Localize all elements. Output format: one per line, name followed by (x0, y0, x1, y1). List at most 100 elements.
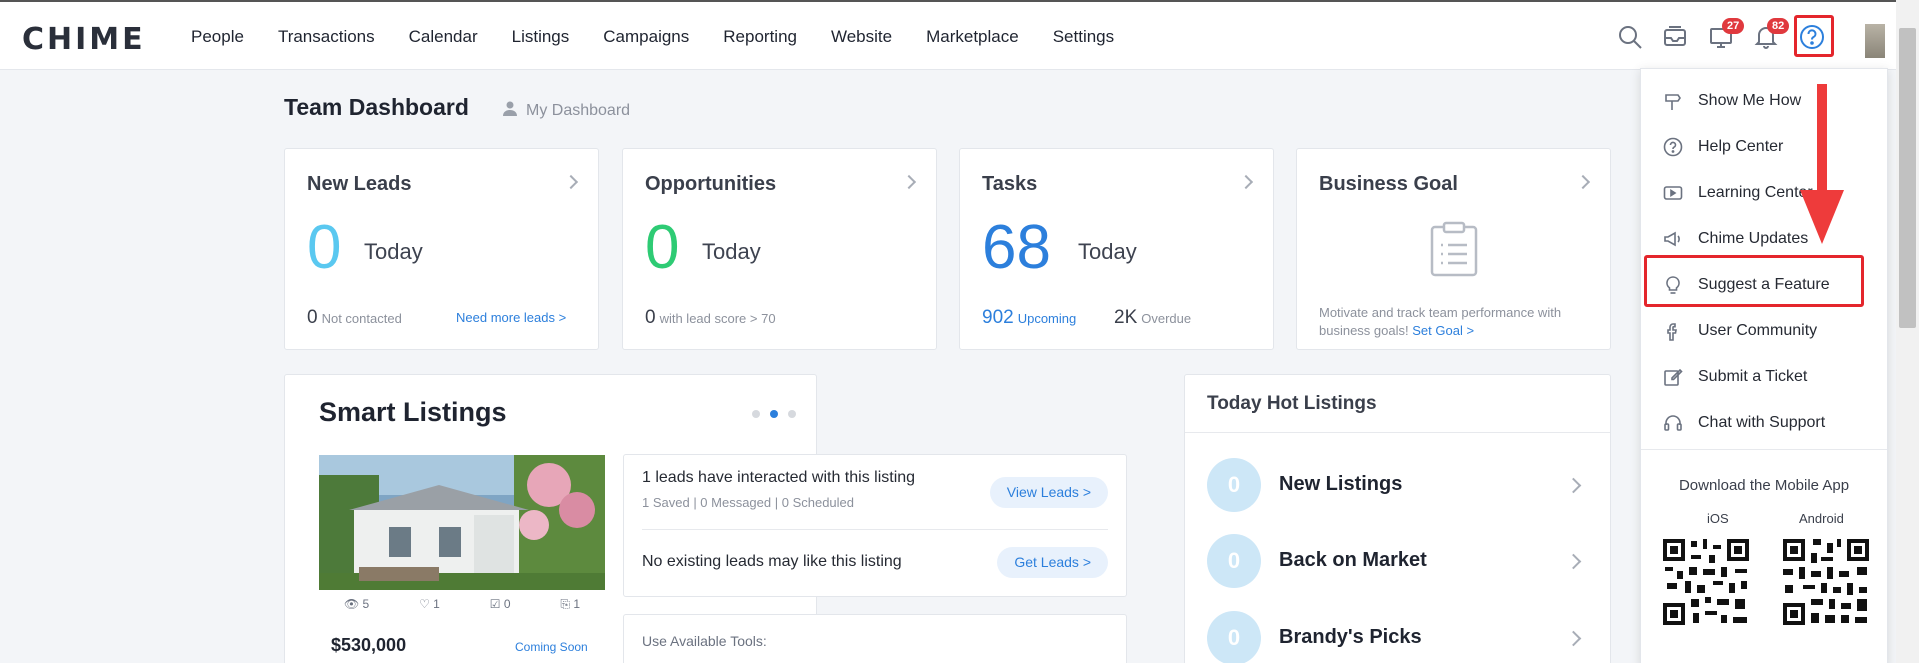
card-title: New Leads (307, 173, 412, 195)
android-qr-code[interactable] (1781, 537, 1871, 627)
tasks-count: 68 (982, 213, 1051, 282)
menu-show-me-how[interactable]: Show Me How (1641, 78, 1887, 124)
today-label: Today (364, 239, 423, 264)
set-goal-link[interactable]: Set Goal > (1412, 323, 1474, 338)
nav-transactions[interactable]: Transactions (278, 27, 375, 47)
lead-score: 0 with lead score > 70 (645, 307, 776, 329)
nav-campaigns[interactable]: Campaigns (603, 27, 689, 47)
lead-interaction-sub: 1 Saved | 0 Messaged | 0 Scheduled (642, 495, 855, 510)
carousel-dot[interactable] (788, 410, 796, 418)
edit-icon (1663, 367, 1683, 387)
divider (1641, 449, 1887, 450)
user-icon (502, 100, 518, 121)
video-play-icon (1663, 183, 1683, 203)
nav-reporting[interactable]: Reporting (723, 27, 797, 47)
page-scrollbar[interactable] (1896, 0, 1919, 663)
chevron-right-icon (1565, 477, 1582, 494)
opportunities-card[interactable]: Opportunities 0 Today 0 with lead score >… (622, 148, 937, 350)
hot-count: 0 (1207, 534, 1261, 588)
tasks-badge: 27 (1722, 18, 1745, 34)
help-dropdown-menu: Show Me How Help Center Learning Center … (1640, 68, 1888, 663)
saves-stat: ☑ 0 (489, 597, 511, 611)
hot-listings-title: Today Hot Listings (1207, 393, 1377, 414)
not-contacted: 0 Not contacted (307, 307, 402, 329)
listing-status: Coming Soon (515, 640, 588, 654)
upcoming-label: Upcoming (1017, 311, 1077, 326)
nav-listings[interactable]: Listings (512, 27, 570, 47)
main-nav: People Transactions Calendar Listings Ca… (191, 27, 1148, 47)
menu-user-community[interactable]: User Community (1641, 308, 1887, 354)
menu-chat-with-support[interactable]: Chat with Support (1641, 400, 1887, 446)
not-contacted-label: Not contacted (321, 311, 402, 326)
need-more-leads-link[interactable]: Need more leads > (456, 310, 566, 325)
headset-icon (1663, 413, 1683, 433)
signpost-icon (1663, 91, 1683, 111)
hot-row-brandys-picks[interactable]: 0 Brandy's Picks (1207, 611, 1587, 663)
chevron-right-icon (1565, 553, 1582, 570)
hot-label: New Listings (1279, 473, 1403, 495)
carousel-dot-active[interactable] (770, 410, 778, 418)
my-dashboard-link[interactable]: My Dashboard (502, 100, 630, 121)
nav-people[interactable]: People (191, 27, 244, 47)
menu-label: Learning Center (1698, 184, 1813, 201)
view-leads-button[interactable]: View Leads > (989, 477, 1108, 508)
overdue-count: 2K (1114, 307, 1138, 328)
nav-settings[interactable]: Settings (1053, 27, 1114, 47)
today-label: Today (702, 239, 761, 264)
clipboard-icon (1429, 221, 1479, 282)
listing-photo[interactable] (319, 455, 605, 590)
scrollbar-thumb[interactable] (1899, 28, 1916, 328)
hot-count: 0 (1207, 611, 1261, 663)
download-app-title: Download the Mobile App (1678, 477, 1850, 494)
card-title: Tasks (982, 173, 1038, 195)
tasks-card[interactable]: Tasks 68 Today 902 Upcoming 2K Overdue (959, 148, 1274, 350)
chevron-right-icon[interactable] (1238, 174, 1254, 190)
menu-submit-a-ticket[interactable]: Submit a Ticket (1641, 354, 1887, 400)
inbox-icon[interactable] (1662, 24, 1688, 50)
menu-label: Chime Updates (1698, 230, 1809, 247)
chevron-right-icon[interactable] (563, 174, 579, 190)
search-icon[interactable] (1617, 24, 1643, 50)
menu-label: Submit a Ticket (1698, 368, 1808, 385)
no-leads-text: No existing leads may like this listing (642, 553, 902, 570)
megaphone-icon (1663, 229, 1683, 249)
hot-count: 0 (1207, 458, 1261, 512)
question-circle-icon (1663, 137, 1683, 157)
ios-qr-code[interactable] (1661, 537, 1751, 627)
help-icon-highlight (1794, 15, 1834, 57)
card-title: Business Goal (1319, 173, 1458, 195)
new-leads-count: 0 (307, 213, 342, 282)
nav-marketplace[interactable]: Marketplace (926, 27, 1019, 47)
bell-icon[interactable]: 82 (1753, 18, 1790, 50)
chevron-right-icon[interactable] (901, 174, 917, 190)
hot-row-new-listings[interactable]: 0 New Listings (1207, 458, 1587, 512)
carousel-dot[interactable] (752, 410, 760, 418)
upcoming-tasks[interactable]: 902 Upcoming (982, 307, 1076, 329)
divider (642, 529, 1108, 530)
notifications-badge: 82 (1767, 18, 1790, 34)
nav-website[interactable]: Website (831, 27, 892, 47)
get-leads-button[interactable]: Get Leads > (997, 547, 1108, 578)
overdue-tasks[interactable]: 2K Overdue (1114, 307, 1191, 329)
tasks-icon[interactable]: 27 (1708, 18, 1745, 50)
menu-label: Show Me How (1698, 92, 1802, 109)
annotation-arrow-icon (1800, 84, 1844, 244)
hot-row-back-on-market[interactable]: 0 Back on Market (1207, 534, 1587, 588)
business-goal-card[interactable]: Business Goal Motivate and track team pe… (1296, 148, 1611, 350)
lead-interaction-text: 1 leads have interacted with this listin… (642, 469, 916, 486)
smart-listings-title: Smart Listings (319, 397, 507, 427)
nav-calendar[interactable]: Calendar (409, 27, 478, 47)
new-leads-card[interactable]: New Leads 0 Today 0 Not contacted Need mo… (284, 148, 599, 350)
carousel-dots[interactable] (752, 410, 796, 418)
upcoming-count: 902 (982, 307, 1014, 328)
business-goal-description: Motivate and track team performance with… (1319, 304, 1594, 340)
page-title: Team Dashboard (284, 94, 469, 120)
chime-logo[interactable]: CHIME (22, 22, 146, 57)
menu-learning-center[interactable]: Learning Center (1641, 170, 1887, 216)
lead-score-count: 0 (645, 307, 656, 328)
avatar[interactable] (1865, 24, 1885, 58)
menu-help-center[interactable]: Help Center (1641, 124, 1887, 170)
hot-label: Brandy's Picks (1279, 626, 1422, 648)
menu-label: Help Center (1698, 138, 1784, 155)
chevron-right-icon[interactable] (1575, 174, 1591, 190)
